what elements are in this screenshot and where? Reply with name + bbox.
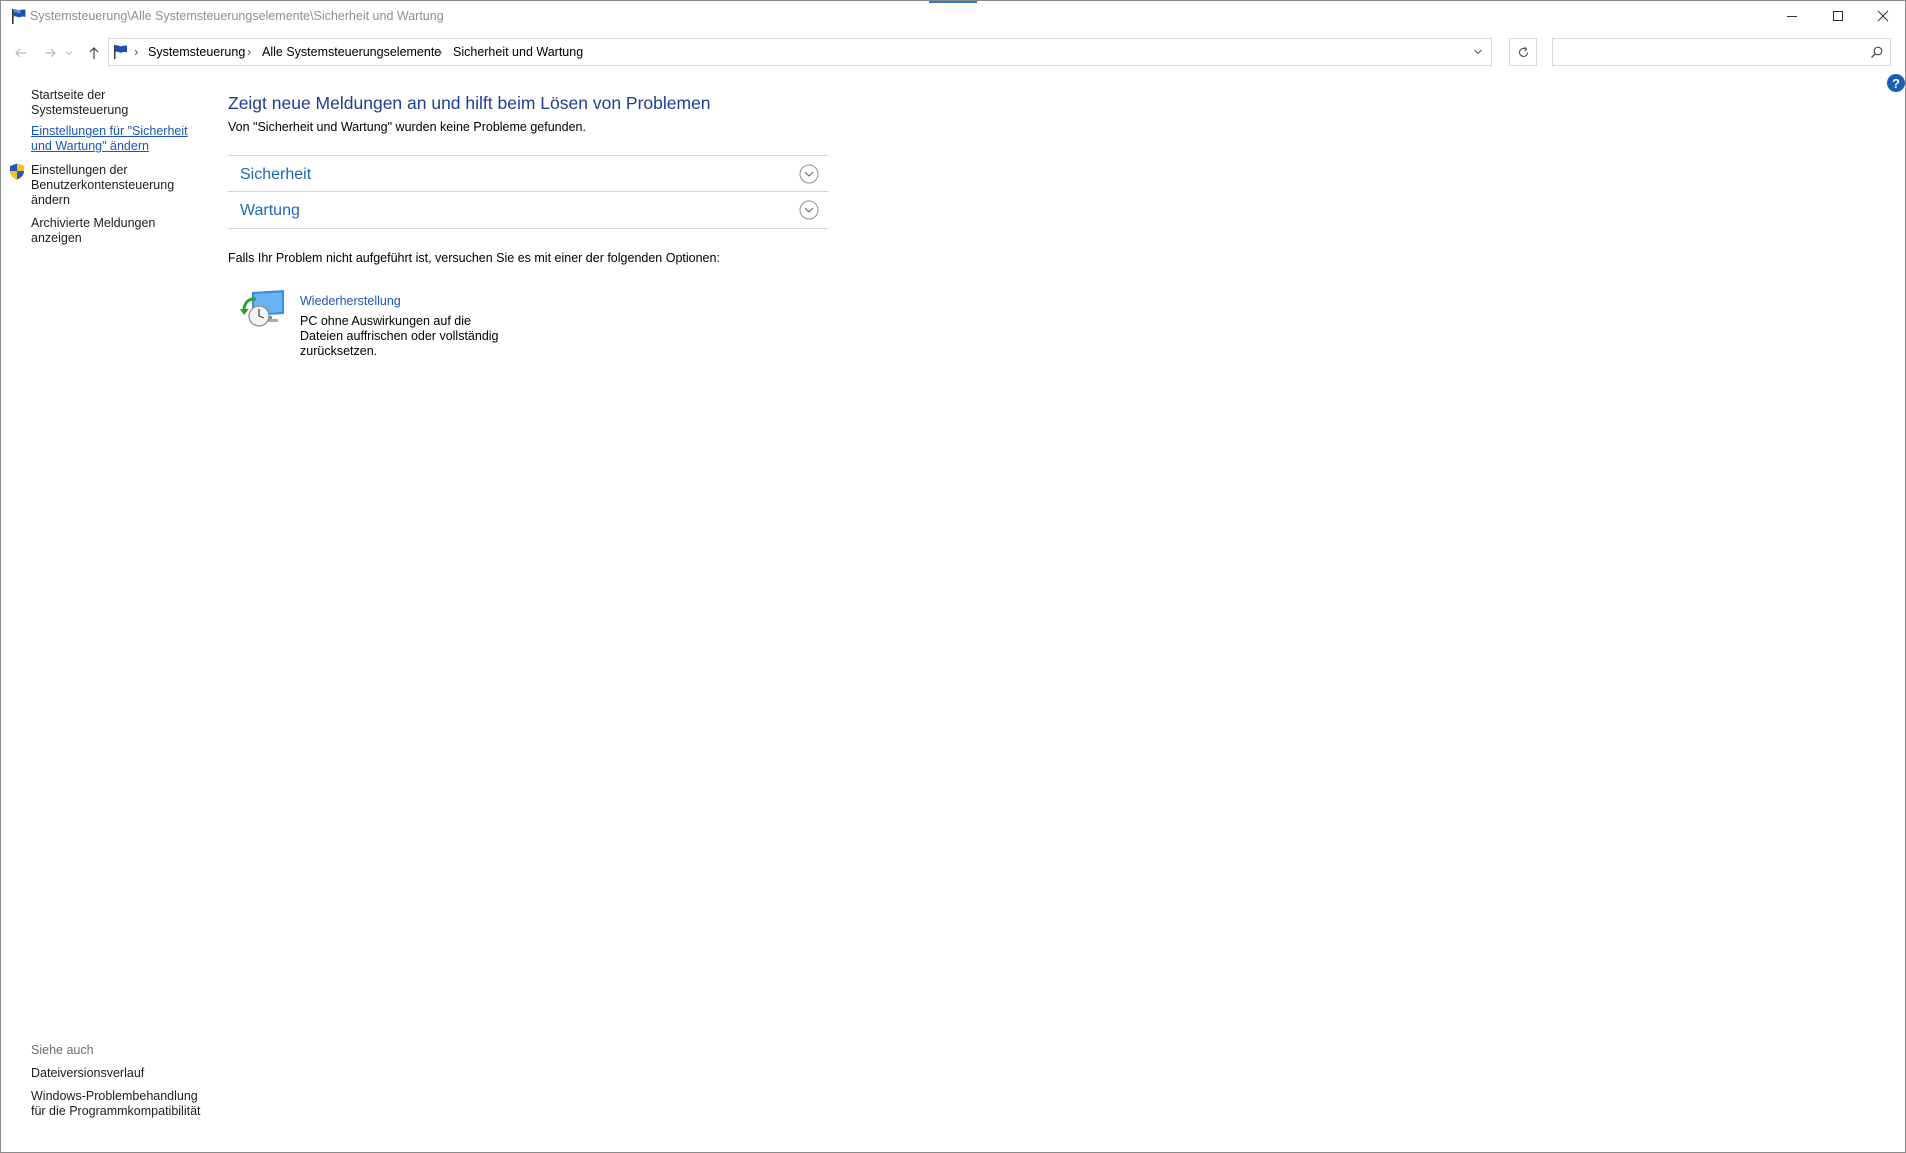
link-file-history[interactable]: Dateiversionsverlauf: [31, 1066, 144, 1081]
forward-arrow-icon: [45, 48, 56, 58]
recent-locations-button[interactable]: [63, 42, 75, 64]
flag-icon: [114, 45, 127, 59]
breadcrumb-systemsteuerung[interactable]: Systemsteuerung: [148, 45, 245, 59]
maximize-icon: [1833, 11, 1843, 21]
left-navigation-pane: Startseite der Systemsteuerung Einstellu…: [1, 81, 201, 1141]
link-control-panel-home[interactable]: Startseite der Systemsteuerung: [31, 88, 201, 118]
minimize-button[interactable]: [1769, 1, 1815, 31]
options-intro: Falls Ihr Problem nicht aufgeführt ist, …: [228, 251, 720, 265]
breadcrumb-separator[interactable]: ›: [134, 44, 138, 59]
link-program-compatibility-troubleshooter[interactable]: Windows-Problembehandlung für die Progra…: [31, 1089, 201, 1119]
page-title: Zeigt neue Meldungen an und hilft beim L…: [228, 93, 711, 113]
up-button[interactable]: [83, 42, 105, 64]
close-icon: [1877, 10, 1889, 22]
link-change-security-maintenance-settings[interactable]: Einstellungen für "Sicherheit und Wartun…: [31, 124, 191, 154]
link-recovery[interactable]: Wiederherstellung: [300, 294, 401, 308]
back-button[interactable]: [10, 42, 32, 64]
divider: [228, 228, 828, 229]
breadcrumb-sicherheit-wartung[interactable]: Sicherheit und Wartung: [453, 45, 583, 59]
chevron-down-icon[interactable]: [799, 164, 819, 184]
section-maintenance[interactable]: Wartung: [228, 191, 828, 227]
link-archived-messages[interactable]: Archivierte Meldungen anzeigen: [31, 216, 171, 246]
help-icon[interactable]: ?: [1887, 74, 1905, 92]
link-uac-settings[interactable]: Einstellungen der Benutzerkontensteuerun…: [31, 163, 181, 208]
breadcrumb-separator[interactable]: ›: [438, 44, 442, 59]
see-also-label: Siehe auch: [31, 1043, 94, 1057]
title-bar: Systemsteuerung\Alle Systemsteuerungsele…: [1, 1, 1905, 31]
chevron-down-icon[interactable]: [799, 200, 819, 220]
chevron-down-icon: [1474, 49, 1482, 55]
control-panel-window: Systemsteuerung\Alle Systemsteuerungsele…: [0, 0, 1906, 1153]
recent-dropdown-icon: [65, 51, 73, 56]
refresh-icon: [1518, 46, 1528, 57]
section-security[interactable]: Sicherheit: [228, 155, 828, 191]
flag-icon: [12, 9, 26, 24]
maximize-button[interactable]: [1815, 1, 1861, 31]
back-arrow-icon: [15, 48, 26, 58]
up-arrow-icon: [89, 47, 99, 59]
section-title-maintenance[interactable]: Wartung: [240, 202, 300, 220]
status-message: Von "Sicherheit und Wartung" wurden kein…: [228, 120, 586, 134]
breadcrumb-alle-elemente[interactable]: Alle Systemsteuerungselemente: [262, 45, 441, 59]
address-bar[interactable]: › Systemsteuerung › Alle Systemsteuerung…: [108, 38, 1492, 66]
breadcrumb-separator[interactable]: ›: [247, 44, 251, 59]
forward-button[interactable]: [39, 42, 61, 64]
refresh-button[interactable]: [1509, 38, 1537, 66]
close-button[interactable]: [1860, 1, 1906, 31]
search-box[interactable]: [1552, 38, 1891, 66]
search-input[interactable]: [1557, 40, 1857, 64]
section-title-security[interactable]: Sicherheit: [240, 166, 311, 184]
address-history-button[interactable]: [1469, 43, 1487, 61]
search-icon[interactable]: [1870, 45, 1884, 59]
minimize-icon: [1787, 16, 1797, 17]
recovery-description: PC ohne Auswirkungen auf die Dateien auf…: [300, 314, 499, 358]
shield-icon: [10, 163, 24, 180]
navigation-bar: › Systemsteuerung › Alle Systemsteuerung…: [1, 37, 1905, 67]
recovery-icon[interactable]: [240, 288, 286, 330]
window-title: Systemsteuerung\Alle Systemsteuerungsele…: [30, 9, 444, 23]
